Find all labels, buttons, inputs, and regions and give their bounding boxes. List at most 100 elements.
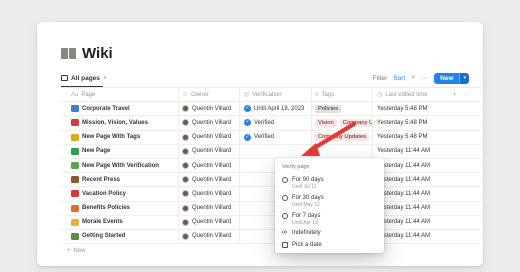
page-name[interactable]: New Page With Verification <box>82 163 159 169</box>
database-table: Aa Page ☺ Owner ◎ Verification ≡ Tags ◷ … <box>61 87 481 257</box>
new-dropdown-chevron-icon[interactable]: ▾ <box>459 72 469 84</box>
cell-last-edited: Yesterday 5:48 PM <box>373 131 449 144</box>
last-edited-time: Yesterday 11:44 AM <box>377 190 431 197</box>
avatar <box>182 232 189 240</box>
owner-name: Quentin Villard <box>192 134 232 141</box>
table-row[interactable]: Morale Events Quentin Villard Yesterday … <box>61 215 481 230</box>
cell-owner[interactable]: Quentin Villard <box>179 130 240 144</box>
page-name[interactable]: Mission, Vision, Values <box>82 120 148 126</box>
owner-name: Quentin Villard <box>192 105 232 112</box>
cell-owner[interactable]: Quentin Villard <box>179 144 240 158</box>
page-name[interactable]: Vacation Policy <box>82 191 126 197</box>
cell-verification[interactable]: ✓ Verified <box>240 130 312 144</box>
tag-chip: Policies <box>315 104 341 113</box>
cell-page[interactable]: New Page <box>61 144 179 158</box>
cell-empty <box>449 131 481 144</box>
cell-tags[interactable]: Policies <box>312 102 373 116</box>
menu-item-for-7-days[interactable]: For 7 days Until Apr 19 <box>282 212 320 226</box>
cell-owner[interactable]: Quentin Villard <box>179 116 240 130</box>
table-row[interactable]: Recent Press Quentin Villard Updates Yes… <box>61 173 481 188</box>
book-icon <box>61 47 76 60</box>
cell-verification[interactable]: ✓ Verified <box>240 116 312 130</box>
calendar-icon <box>282 242 288 248</box>
page-name[interactable]: Morale Events <box>82 219 123 225</box>
page-name[interactable]: Recent Press <box>82 177 120 183</box>
view-tab-all-pages[interactable]: All pages ▾ <box>61 75 106 82</box>
menu-item-for-30-days[interactable]: For 30 days Until May 12 <box>282 194 324 208</box>
new-button[interactable]: New ▾ <box>434 72 469 84</box>
cell-tags[interactable]: Company Updates <box>312 130 373 144</box>
cell-page[interactable]: Recent Press <box>61 173 179 187</box>
cell-owner[interactable]: Quentin Villard <box>179 229 240 244</box>
page-name[interactable]: Getting Started <box>82 233 125 239</box>
table-row[interactable]: Vacation Policy Quentin Villard Yesterda… <box>61 187 481 202</box>
table-row[interactable]: New Page Quentin Villard Yesterday 11:44… <box>61 144 481 159</box>
page-name[interactable]: Corporate Travel <box>82 106 130 112</box>
cell-owner[interactable]: Quentin Villard <box>179 173 240 187</box>
cell-verification[interactable]: ✓ Until April 18, 2023 <box>240 102 312 116</box>
more-icon[interactable]: ··· <box>421 75 428 82</box>
cell-page[interactable]: Corporate Travel <box>61 102 179 116</box>
table-row[interactable]: Corporate Travel Quentin Villard ✓ Until… <box>61 102 481 117</box>
cell-owner[interactable]: Quentin Villard <box>179 187 240 201</box>
verification-status: Until April 18, 2023 <box>254 105 305 112</box>
clock-icon <box>282 177 288 183</box>
table-row[interactable]: Mission, Vision, Values Quentin Villard … <box>61 116 481 131</box>
multi-select-property-icon: ≡ <box>315 91 319 98</box>
more-icon[interactable]: ··· <box>464 92 470 98</box>
menu-item-for-90-days[interactable]: For 90 days Until Jul 11 <box>282 176 324 190</box>
menu-item-indefinitely[interactable]: ∞ Indefinitely <box>282 229 321 237</box>
app-window: Wiki All pages ▾ Filter Sort ⌕ ··· New ▾… <box>37 22 483 266</box>
last-edited-time: Yesterday 5:48 PM <box>377 105 428 112</box>
search-icon[interactable]: ⌕ <box>411 74 415 82</box>
new-button-label[interactable]: New <box>434 72 460 84</box>
verified-check-icon: ✓ <box>244 133 251 141</box>
column-header-verification[interactable]: ◎ Verification <box>240 88 312 102</box>
tag-chip: Company Updates <box>315 133 370 142</box>
verified-check-icon: ✓ <box>244 119 251 127</box>
owner-name: Quentin Villard <box>192 176 232 183</box>
column-header-tags[interactable]: ≡ Tags <box>312 88 373 102</box>
cell-page[interactable]: Vacation Policy <box>61 187 179 201</box>
column-header-page[interactable]: Aa Page <box>61 88 179 102</box>
sort-button[interactable]: Sort <box>393 75 405 82</box>
cell-tags[interactable] <box>312 144 373 158</box>
cell-page[interactable]: Benefits Policies <box>61 201 179 215</box>
page-name[interactable]: Benefits Policies <box>82 205 130 211</box>
column-header-owner[interactable]: ☺ Owner <box>179 88 240 102</box>
page-emoji-icon <box>71 133 79 141</box>
page-header: Wiki <box>61 45 113 62</box>
avatar <box>182 218 189 226</box>
page-emoji-icon <box>71 162 79 170</box>
table-row[interactable]: Getting Started Quentin Villard Yesterda… <box>61 229 481 245</box>
cell-owner[interactable]: Quentin Villard <box>179 102 240 116</box>
add-row-button[interactable]: + New <box>61 244 481 257</box>
filter-button[interactable]: Filter <box>373 75 387 82</box>
page-emoji-icon <box>71 204 79 212</box>
last-edited-time: Yesterday 11:44 AM <box>377 148 431 155</box>
page-name[interactable]: New Page <box>82 148 110 154</box>
cell-empty <box>449 216 481 229</box>
cell-verification[interactable] <box>240 144 312 158</box>
cell-page[interactable]: Morale Events <box>61 215 179 229</box>
last-edited-time: Yesterday 5:48 PM <box>377 119 428 126</box>
menu-item-pick-a-date[interactable]: Pick a date <box>282 241 322 249</box>
page-emoji-icon <box>71 105 79 113</box>
cell-page[interactable]: New Page With Tags <box>61 130 179 144</box>
cell-page[interactable]: Mission, Vision, Values <box>61 116 179 130</box>
cell-last-edited: Yesterday 11:44 AM <box>373 173 449 186</box>
cell-page[interactable]: New Page With Verification <box>61 158 179 173</box>
cell-owner[interactable]: Quentin Villard <box>179 201 240 215</box>
column-header-last-edited[interactable]: ◷ Last edited time <box>373 88 449 101</box>
table-row[interactable]: New Page With Tags Quentin Villard ✓ Ver… <box>61 130 481 145</box>
avatar <box>182 147 189 155</box>
page-name[interactable]: New Page With Tags <box>82 134 140 140</box>
cell-owner[interactable]: Quentin Villard <box>179 215 240 229</box>
cell-tags[interactable]: VisionCompany Up <box>312 116 373 130</box>
cell-owner[interactable]: Quentin Villard <box>179 158 240 173</box>
cell-page[interactable]: Getting Started <box>61 229 179 244</box>
table-row[interactable]: Benefits Policies Quentin Villard Yester… <box>61 201 481 216</box>
page-emoji-icon <box>71 147 79 155</box>
add-property-plus-icon[interactable]: + <box>453 92 457 98</box>
table-row[interactable]: New Page With Verification Quentin Villa… <box>61 158 481 174</box>
